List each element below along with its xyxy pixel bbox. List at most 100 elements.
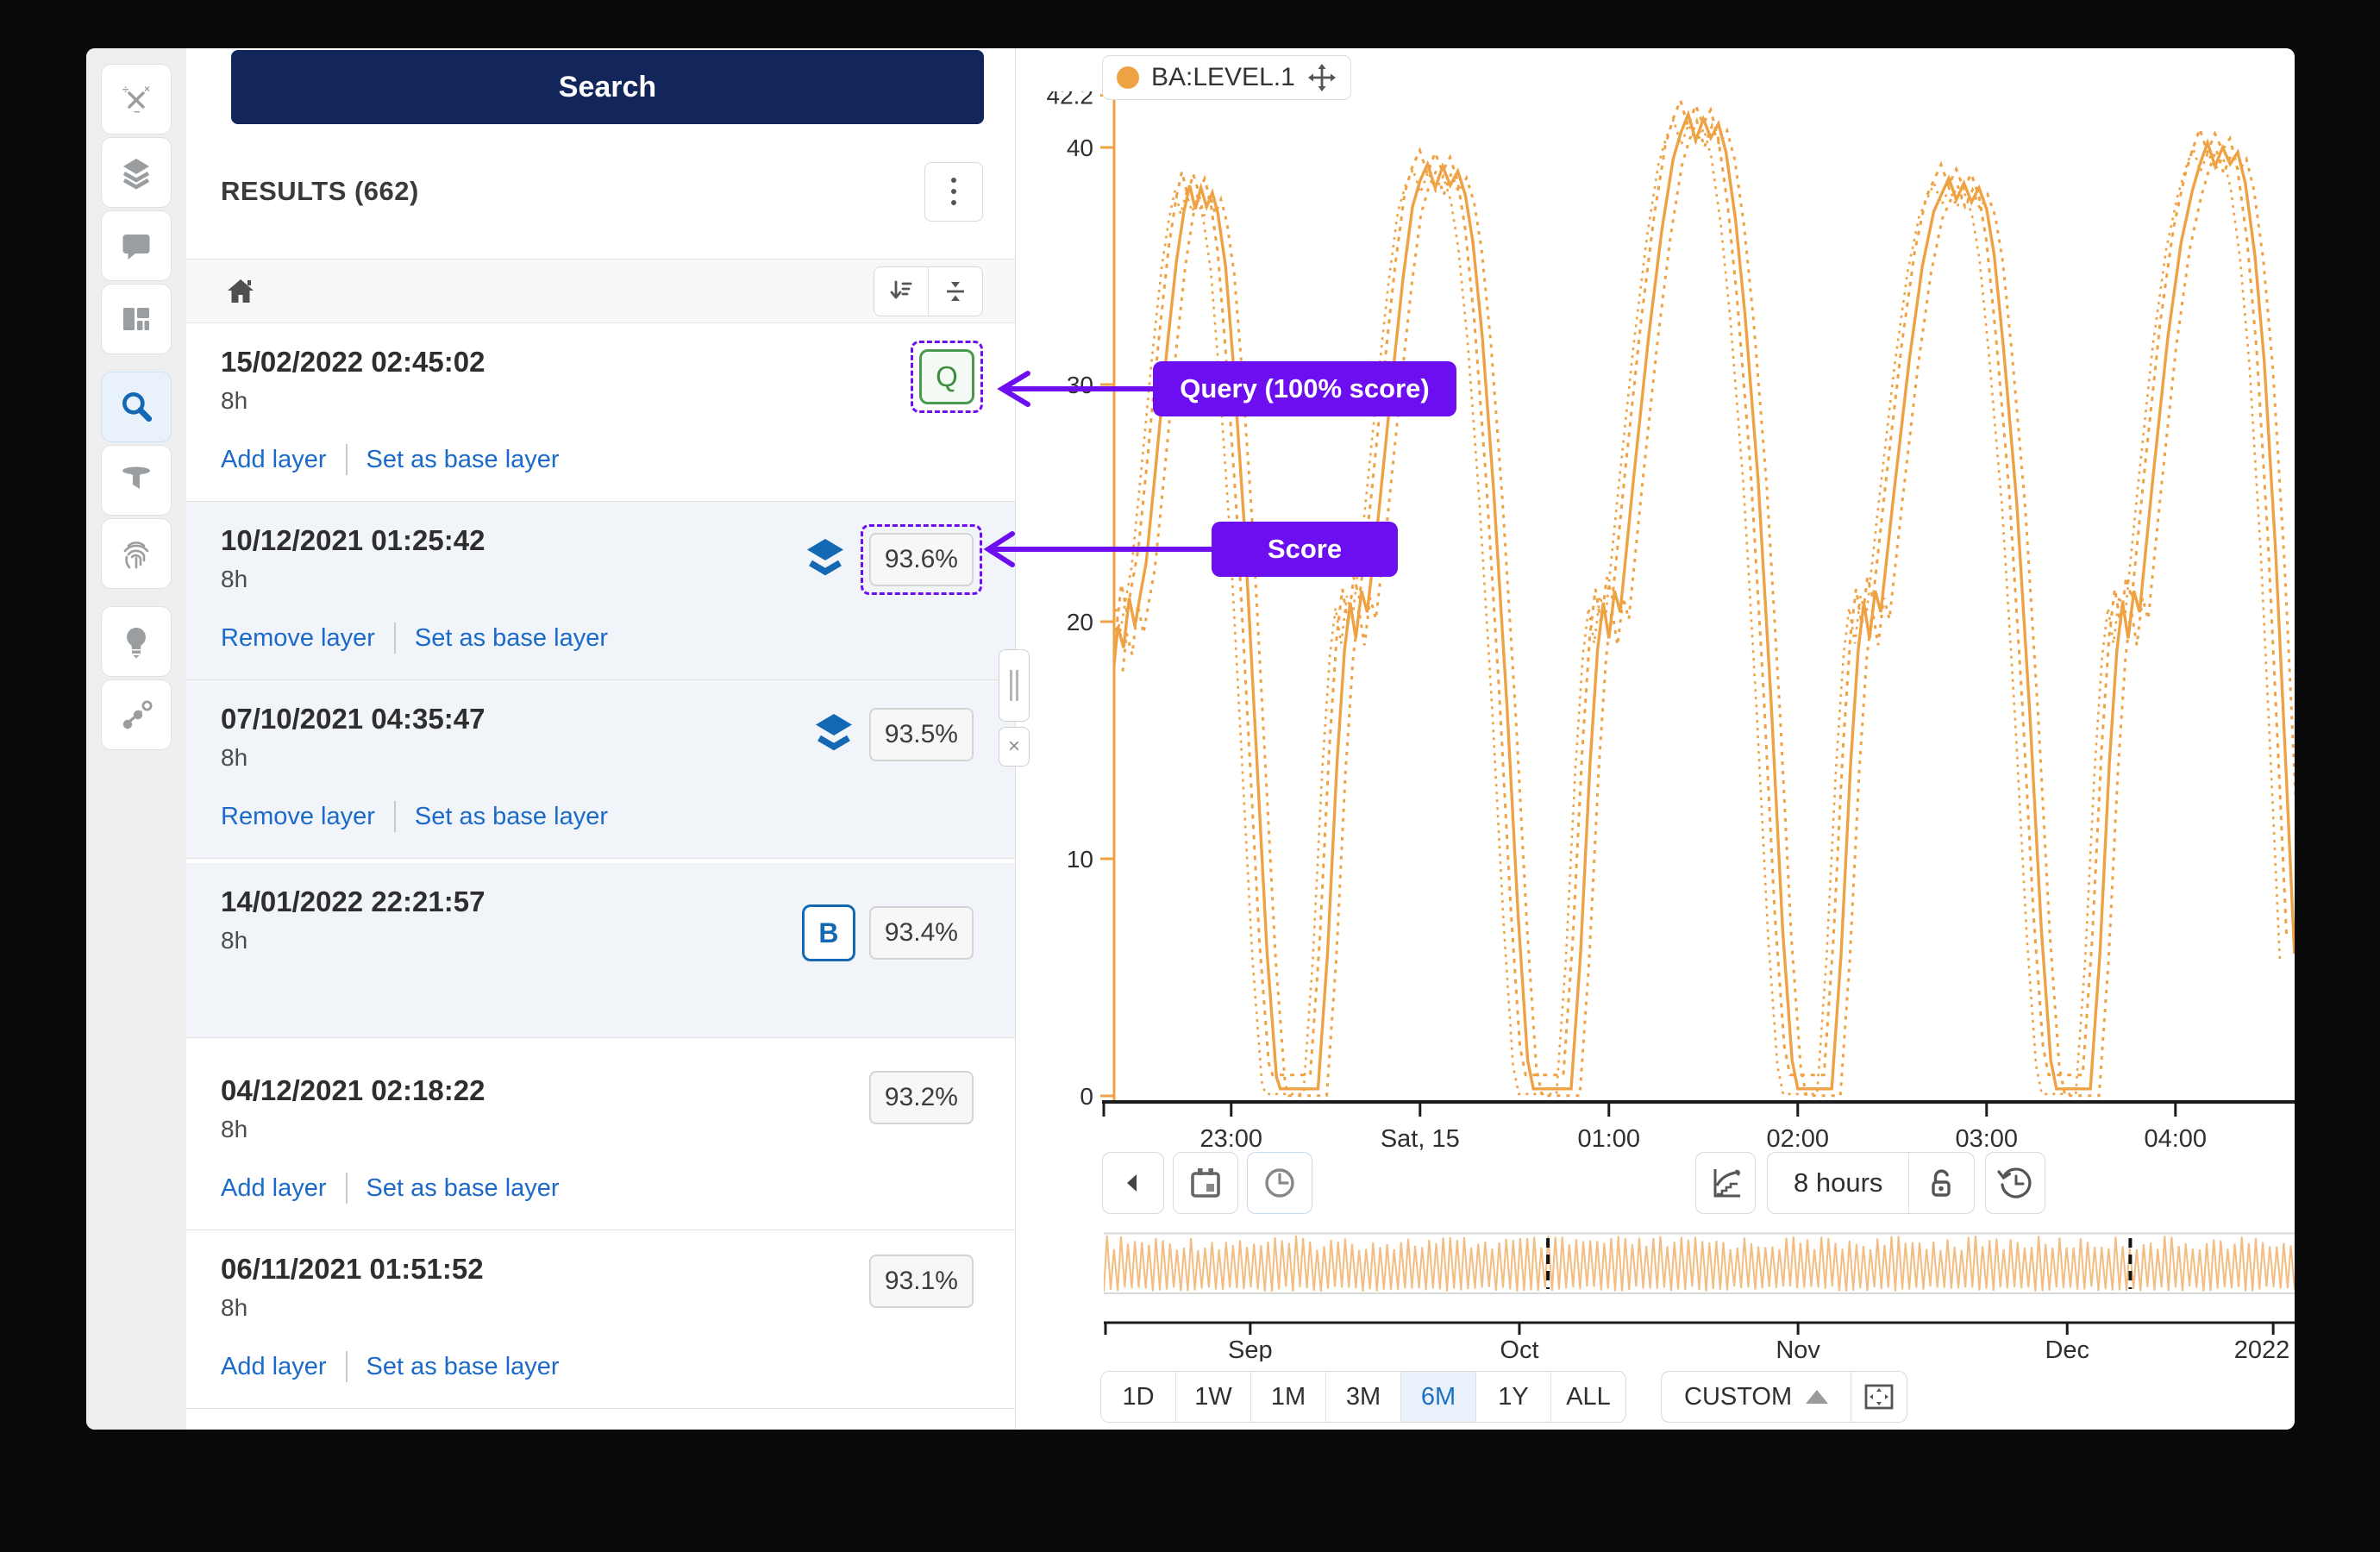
set-base-layer-link[interactable]: Set as base layer [366,1353,560,1381]
sidebar-item-layers[interactable] [101,137,172,208]
result-row[interactable]: 06/11/2021 01:51:52 8h Add layer Set as … [186,1230,1015,1409]
move-icon[interactable] [1307,63,1337,92]
formula-icon: ÷ ×− [119,82,153,116]
collapse-rows-button[interactable] [928,267,982,316]
panel-close-button[interactable]: × [999,727,1030,767]
svg-text:−: − [134,105,141,116]
result-date: 04/12/2021 02:18:22 [221,1074,980,1107]
context-graph-icon [119,698,153,732]
link-divider [394,801,396,832]
sort-descending-button[interactable] [874,267,928,316]
remove-layer-link[interactable]: Remove layer [221,624,375,653]
duration-label[interactable]: 8 hours [1768,1167,1908,1198]
row-gap [186,1038,1015,1052]
sidebar-item-formulas[interactable]: ÷ ×− [101,64,172,135]
result-row-layer[interactable]: 10/12/2021 01:25:42 8h Remove layer Set … [186,502,1015,680]
layers-icon [119,155,153,190]
pan-left-button[interactable] [1102,1152,1164,1214]
range-button-group: 1D 1W 1M 3M 6M 1Y ALL [1100,1371,1626,1423]
range-6m[interactable]: 6M [1401,1372,1476,1422]
custom-range-button[interactable]: CUSTOM [1662,1372,1851,1422]
layer-icon [804,537,847,582]
query-badge[interactable]: Q [919,349,974,404]
result-row[interactable]: 04/12/2021 02:18:22 8h Add layer Set as … [186,1052,1015,1230]
sidebar-item-comments[interactable] [101,210,172,281]
trend-compare-icon [1707,1165,1744,1201]
range-1w[interactable]: 1W [1176,1372,1251,1422]
sidebar-item-fingerprint[interactable] [101,518,172,589]
result-row-query[interactable]: 15/02/2022 02:45:02 8h Add layer Set as … [186,323,1015,502]
svg-text:30: 30 [1067,372,1093,398]
chart-panel: BA:LEVEL.1 42.240302010023:00Sat, 1501:0… [1016,48,2295,1430]
add-layer-link[interactable]: Add layer [221,1174,327,1203]
history-button[interactable] [1985,1152,2045,1214]
result-duration: 8h [221,1294,980,1322]
history-icon [1997,1165,2033,1201]
time-range-controls: 1D 1W 1M 3M 6M 1Y ALL CUSTOM [1100,1371,1907,1423]
set-base-layer-link[interactable]: Set as base layer [415,803,608,831]
filter-icon [119,463,153,498]
remove-layer-link[interactable]: Remove layer [221,803,375,831]
range-1m[interactable]: 1M [1251,1372,1326,1422]
score-annotation-outline: 93.6% [861,524,982,595]
sidebar-item-dashboard[interactable] [101,284,172,354]
overview-strip[interactable]: SepOctNovDec2022 [1104,1232,2295,1361]
compare-scales-button[interactable] [1695,1152,1756,1214]
search-icon [118,389,154,425]
svg-text:÷: ÷ [122,83,128,96]
results-count-label: RESULTS (662) [221,176,419,207]
add-layer-link[interactable]: Add layer [221,1353,327,1381]
result-row-layer[interactable]: 07/10/2021 04:35:47 8h Remove layer Set … [186,680,1015,859]
trend-chart[interactable]: 42.240302010023:00Sat, 1501:0002:0003:00… [1016,91,2295,1152]
collapse-icon [943,278,968,304]
result-date: 06/11/2021 01:51:52 [221,1253,980,1286]
sidebar-item-recommendations[interactable] [101,606,172,677]
result-row-base-layer[interactable]: 14/01/2022 22:21:57 8h B 93.4% [186,863,1015,1038]
sidebar-item-context[interactable] [101,679,172,750]
link-divider [346,1351,348,1382]
range-all[interactable]: ALL [1551,1372,1625,1422]
svg-text:03:00: 03:00 [1955,1125,2018,1152]
bulb-icon [119,624,153,659]
range-1y[interactable]: 1Y [1476,1372,1551,1422]
link-divider [346,444,348,475]
base-layer-badge[interactable]: B [802,904,855,961]
sidebar-item-search[interactable] [101,372,172,442]
chevron-up-icon [1806,1390,1828,1404]
home-icon[interactable] [226,278,255,305]
score-chip: 93.2% [869,1071,974,1124]
result-duration: 8h [221,1116,980,1143]
svg-text:Sat, 15: Sat, 15 [1381,1125,1460,1152]
time-button[interactable] [1247,1152,1312,1214]
svg-text:10: 10 [1067,846,1093,873]
score-chip: 93.6% [869,533,974,586]
fingerprint-icon [119,536,153,571]
results-menu-button[interactable] [924,162,983,222]
fit-range-button[interactable] [1851,1372,1907,1422]
range-3m[interactable]: 3M [1326,1372,1401,1422]
score-chip: 93.4% [869,906,974,960]
panel-drag-handle[interactable] [999,649,1030,722]
sidebar: ÷ ×− [86,48,186,1430]
add-layer-link[interactable]: Add layer [221,446,327,474]
series-legend-chip[interactable]: BA:LEVEL.1 [1102,55,1351,100]
svg-text:Sep: Sep [1228,1336,1273,1361]
result-row[interactable]: 21/09/2021 22:41:17 8h Add layer Set as … [186,1409,1015,1430]
sort-desc-icon [888,278,914,304]
svg-text:01:00: 01:00 [1577,1125,1640,1152]
calendar-button[interactable] [1173,1152,1238,1214]
chart-toolbar: 8 hours [1016,1152,2295,1214]
sidebar-item-filter[interactable] [101,445,172,516]
set-base-layer-link[interactable]: Set as base layer [415,624,608,653]
svg-text:20: 20 [1067,609,1093,635]
sort-controls [874,266,983,316]
range-1d[interactable]: 1D [1101,1372,1176,1422]
svg-text:42.2: 42.2 [1047,91,1094,110]
svg-text:×: × [144,83,150,95]
svg-text:Nov: Nov [1776,1336,1820,1361]
svg-text:Oct: Oct [1500,1336,1538,1361]
set-base-layer-link[interactable]: Set as base layer [366,1174,560,1203]
search-button[interactable]: Search [231,50,984,124]
lock-duration-button[interactable] [1909,1166,1973,1200]
set-base-layer-link[interactable]: Set as base layer [366,446,560,474]
